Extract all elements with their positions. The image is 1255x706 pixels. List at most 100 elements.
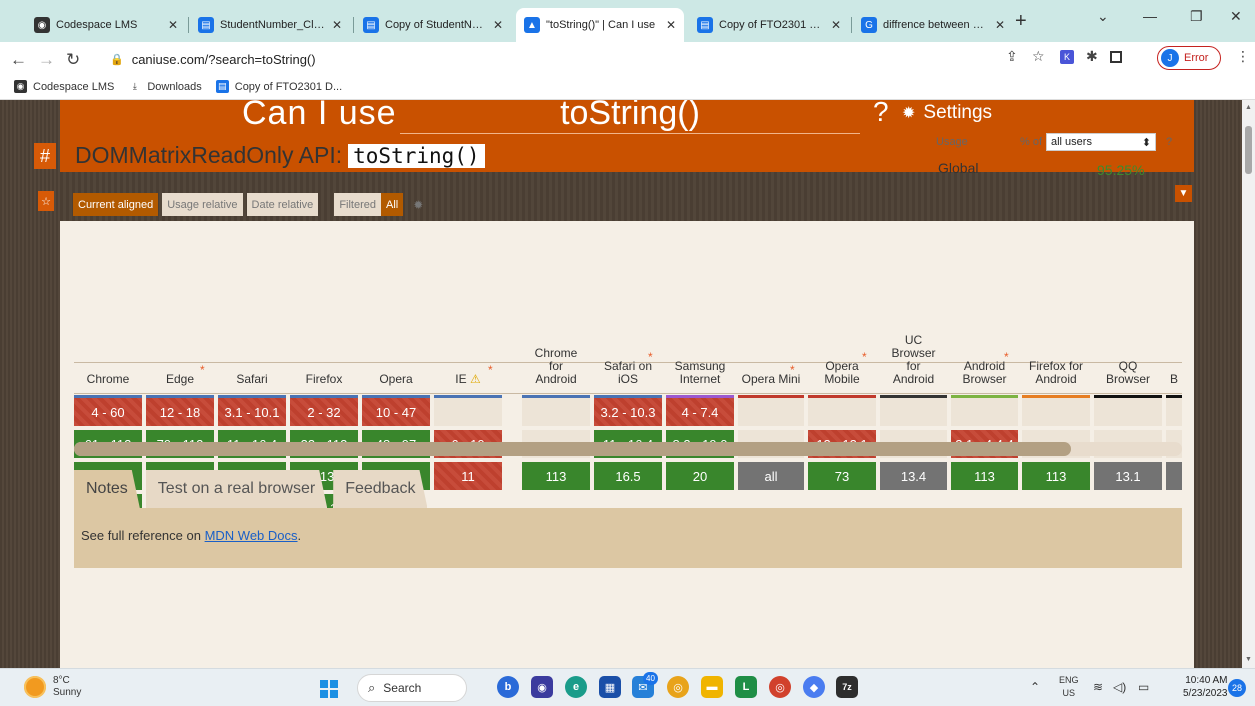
chevron-down-icon[interactable]: ⌄ bbox=[1097, 8, 1109, 25]
tab-separator bbox=[188, 17, 189, 33]
share-icon[interactable]: ⇪ bbox=[1006, 48, 1018, 65]
vertical-scroll-thumb[interactable] bbox=[1245, 126, 1252, 174]
sidepanel-icon[interactable] bbox=[1110, 51, 1122, 63]
tray-chevron-icon[interactable]: ⌃ bbox=[1030, 680, 1040, 694]
browser-tab[interactable]: Gdiffrence between es6 ✕ bbox=[853, 8, 1013, 42]
support-cell[interactable]: 113 bbox=[951, 462, 1018, 490]
app-blue-icon[interactable]: ◆ bbox=[803, 676, 825, 698]
tab-close-icon[interactable]: ✕ bbox=[332, 18, 342, 32]
chrome-icon[interactable]: ◎ bbox=[667, 676, 689, 698]
clock[interactable]: 10:40 AM 5/23/2023 bbox=[1183, 674, 1228, 700]
usage-relative-button[interactable]: Usage relative bbox=[162, 193, 243, 216]
volume-icon[interactable]: ◁) bbox=[1113, 680, 1126, 694]
new-tab-button[interactable]: + bbox=[1015, 10, 1027, 33]
address-bar[interactable]: 🔒 caniuse.com/?search=toString() bbox=[110, 47, 1015, 71]
forward-icon[interactable]: → bbox=[38, 50, 55, 70]
support-cell[interactable]: 16.5 bbox=[594, 462, 662, 490]
browser-tab[interactable]: ▲ "toString()" | Can I use ✕ bbox=[516, 8, 684, 42]
support-cell[interactable]: 73 bbox=[808, 462, 876, 490]
help-question[interactable]: ? bbox=[873, 100, 889, 128]
browser-tab[interactable]: ▤ Copy of StudentNumb ✕ bbox=[355, 8, 511, 42]
tab-close-icon[interactable]: ✕ bbox=[831, 18, 841, 32]
scroll-up-icon[interactable]: ▲ bbox=[1245, 104, 1252, 111]
sun-icon bbox=[24, 676, 46, 698]
extension-k-icon[interactable]: K bbox=[1060, 50, 1074, 64]
support-cell[interactable]: 113 bbox=[522, 462, 590, 490]
current-aligned-button[interactable]: Current aligned bbox=[73, 193, 159, 216]
star-icon[interactable]: ☆ bbox=[38, 191, 54, 211]
hash-link-button[interactable]: # bbox=[34, 143, 56, 169]
options-gear-icon[interactable]: ✹ bbox=[413, 198, 423, 212]
all-button[interactable]: All bbox=[381, 193, 404, 216]
chrome-profile-icon[interactable]: ◎ bbox=[769, 676, 791, 698]
support-cell[interactable]: 4 - 7.4 bbox=[666, 398, 734, 426]
filtered-button[interactable]: Filtered bbox=[334, 193, 381, 216]
back-icon[interactable]: ← bbox=[10, 50, 27, 70]
taskbar-search[interactable]: ⌕ Search bbox=[357, 674, 467, 702]
support-cell[interactable]: 113 bbox=[1022, 462, 1090, 490]
support-cell[interactable]: 3.2 - 10.3 bbox=[594, 398, 662, 426]
browser-tab[interactable]: ▤ Copy of FTO2301 DW ✕ bbox=[689, 8, 849, 42]
battery-icon[interactable]: ▭ bbox=[1138, 680, 1149, 694]
reload-icon[interactable]: ↻ bbox=[66, 50, 80, 70]
search-input[interactable]: toString() bbox=[400, 100, 860, 134]
support-cell bbox=[522, 398, 590, 426]
mdn-link[interactable]: MDN Web Docs bbox=[205, 528, 298, 543]
table-horizontal-scrollbar[interactable] bbox=[74, 442, 1182, 456]
bookmark-star-icon[interactable]: ☆ bbox=[1032, 48, 1045, 65]
browser-tab[interactable]: ▤ StudentNumber_Class ✕ bbox=[190, 8, 350, 42]
support-cell[interactable]: 13.1 bbox=[1094, 462, 1162, 490]
close-icon[interactable]: ✕ bbox=[1230, 8, 1242, 25]
support-cell[interactable] bbox=[1166, 462, 1182, 490]
menu-kebab-icon[interactable]: ⋮ bbox=[1236, 48, 1250, 65]
global-label: Global bbox=[938, 160, 979, 176]
weather-widget[interactable]: 8°C Sunny bbox=[24, 675, 81, 699]
support-cell[interactable]: 3.1 - 10.1 bbox=[218, 398, 286, 426]
tab-close-icon[interactable]: ✕ bbox=[168, 18, 178, 32]
users-select[interactable]: all users ⬍ bbox=[1046, 133, 1156, 151]
can-i-use-logo[interactable]: Can I use bbox=[242, 100, 397, 133]
support-cell[interactable]: all bbox=[738, 462, 804, 490]
notes-tab[interactable]: Test on a real browser bbox=[146, 470, 327, 508]
bookmark-item[interactable]: ⤓ Downloads bbox=[128, 80, 202, 93]
app-l-icon[interactable]: L bbox=[735, 676, 757, 698]
notification-badge[interactable]: 28 bbox=[1228, 679, 1246, 697]
notes-tab[interactable]: Feedback bbox=[333, 470, 427, 508]
usage-help[interactable]: ? bbox=[1166, 136, 1172, 148]
support-cell[interactable]: 4 - 60 bbox=[74, 398, 142, 426]
minimize-icon[interactable]: — bbox=[1143, 8, 1157, 24]
scroll-down-icon[interactable]: ▼ bbox=[1245, 656, 1252, 663]
support-cell[interactable]: 2 - 32 bbox=[290, 398, 358, 426]
7zip-icon[interactable]: 7z bbox=[836, 676, 858, 698]
support-cell[interactable]: 13.4 bbox=[880, 462, 947, 490]
bing-icon[interactable]: b bbox=[497, 676, 519, 698]
support-cell[interactable]: 10 - 47 bbox=[362, 398, 430, 426]
browser-tab[interactable]: ◉ Codespace LMS ✕ bbox=[26, 8, 186, 42]
bookmark-item[interactable]: ◉ Codespace LMS bbox=[14, 80, 114, 93]
wifi-icon[interactable]: ≋ bbox=[1093, 680, 1103, 694]
windows-start-icon[interactable] bbox=[320, 680, 338, 698]
tab-close-icon[interactable]: ✕ bbox=[995, 18, 1005, 32]
settings-button[interactable]: ✹ Settings bbox=[902, 102, 992, 124]
notes-tab[interactable]: Notes bbox=[74, 470, 140, 508]
date-relative-button[interactable]: Date relative bbox=[246, 193, 319, 216]
edge-icon[interactable]: e bbox=[565, 676, 587, 698]
page-vertical-scrollbar[interactable]: ▲ ▼ bbox=[1242, 100, 1255, 668]
browser-tab-title: diffrence between es6 bbox=[883, 19, 989, 31]
scrollbar-thumb[interactable] bbox=[74, 442, 1071, 456]
support-cell[interactable]: 12 - 18 bbox=[146, 398, 214, 426]
support-cell[interactable]: 20 bbox=[666, 462, 734, 490]
support-cell[interactable]: 11 bbox=[434, 462, 502, 490]
profile-button[interactable]: J Error bbox=[1157, 46, 1221, 70]
filter-icon[interactable]: ▼ bbox=[1175, 185, 1192, 202]
profile-status: Error bbox=[1184, 52, 1209, 64]
restore-icon[interactable]: ❐ bbox=[1190, 8, 1203, 25]
language-indicator[interactable]: ENG US bbox=[1059, 674, 1079, 700]
file-explorer-icon[interactable]: ▬ bbox=[701, 676, 723, 698]
tab-close-icon[interactable]: ✕ bbox=[666, 18, 676, 32]
extensions-puzzle-icon[interactable]: ✱ bbox=[1086, 48, 1098, 65]
store-icon[interactable]: ▦ bbox=[599, 676, 621, 698]
teams-chat-icon[interactable]: ◉ bbox=[531, 676, 553, 698]
tab-close-icon[interactable]: ✕ bbox=[493, 18, 503, 32]
bookmark-item[interactable]: ▤ Copy of FTO2301 D... bbox=[215, 80, 342, 93]
